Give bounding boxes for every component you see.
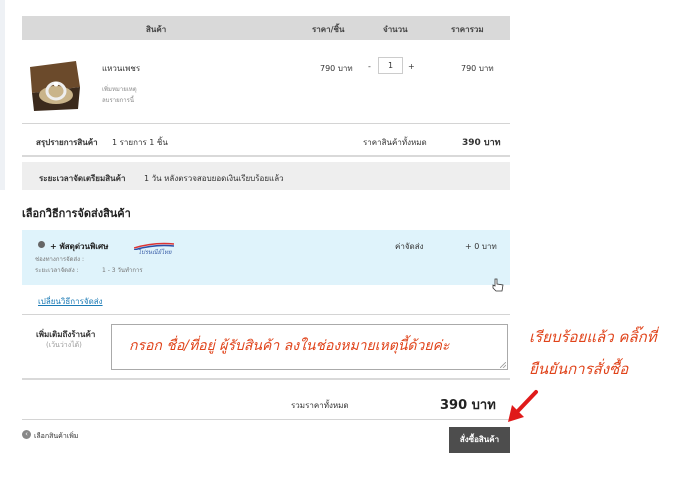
product-name: แหวนเพชร [102, 64, 141, 73]
section-divider [22, 155, 510, 157]
annotation-line-1: เรียบร้อยแล้ว คลิ๊กที่ [529, 328, 657, 346]
place-order-button[interactable]: สั่งซื้อสินค้า [449, 427, 510, 453]
unit-price: 790 บาท [320, 64, 353, 73]
col-qty-header: จำนวน [383, 25, 408, 34]
continue-shopping-link[interactable]: เลือกสินค้าเพิ่ม [34, 431, 78, 442]
col-total-header: ราคารวม [451, 25, 484, 34]
grand-total-value: 390 บาท [440, 398, 496, 413]
note-textarea[interactable]: กรอก ชื่อ/ที่อยู่ ผู้รับสินค้า ลงในช่องห… [111, 324, 508, 370]
back-arrow-icon[interactable]: ‹ [22, 430, 31, 439]
qty-increase-button[interactable]: + [408, 62, 415, 71]
col-product-header: สินค้า [146, 25, 167, 34]
red-arrow-icon [508, 390, 538, 422]
resize-grip-icon[interactable] [500, 362, 506, 368]
grand-total-label: รวมราคาทั้งหมด [291, 401, 349, 410]
annotation-line-2: ยืนยันการสั่งซื้อ [529, 360, 629, 378]
note-sublabel: (เว้นว่างได้) [46, 341, 82, 349]
thai-post-logo-swoosh [134, 242, 174, 250]
section-divider [22, 419, 510, 420]
cart-table-header: สินค้า ราคา/ชิ้น จำนวน ราคารวม [22, 16, 510, 40]
shipping-fee-value: + 0 บาท [465, 242, 497, 251]
line-total: 790 บาท [461, 64, 494, 73]
summary-all-value: 390 บาท [462, 138, 501, 148]
hand-cursor-icon [492, 278, 504, 292]
summary-count: 1 รายการ 1 ชิ้น [112, 138, 168, 147]
remove-item-link[interactable]: ลบรายการนี้ [102, 95, 134, 105]
shipping-option-panel[interactable]: + พัสดุด่วนพิเศษ ไปรษณีย์ไทย ช่องทางการจ… [22, 230, 510, 285]
shipping-duration-label: ระยะเวลาจัดส่ง : [35, 267, 79, 274]
prep-time-panel: ระยะเวลาจัดเตรียมสินค้า 1 วัน หลังตรวจสอ… [22, 162, 510, 190]
left-edge-strip [0, 0, 5, 190]
shipping-fee-label: ค่าจัดส่ง [395, 242, 424, 251]
qty-decrease-button[interactable]: - [368, 62, 371, 71]
shipping-channel-label: ช่องทางการจัดส่ง : [35, 256, 85, 263]
change-shipping-link[interactable]: เปลี่ยนวิธีการจัดส่ง [38, 295, 103, 308]
prep-time-label: ระยะเวลาจัดเตรียมสินค้า [39, 174, 126, 183]
section-divider [22, 314, 510, 315]
qty-input[interactable]: 1 [378, 57, 403, 74]
summary-all-label: ราคาสินค้าทั้งหมด [363, 138, 427, 147]
shipping-option-name: + พัสดุด่วนพิเศษ [50, 242, 109, 251]
shipping-duration: 1 - 3 วันทำการ [102, 267, 143, 274]
summary-label: สรุปรายการสินค้า [36, 138, 98, 147]
ring-box-image [26, 61, 83, 114]
row-divider [22, 123, 510, 124]
product-thumbnail[interactable] [26, 57, 83, 114]
handwritten-note: กรอก ชื่อ/ที่อยู่ ผู้รับสินค้า ลงในช่องห… [129, 338, 450, 354]
section-divider [22, 378, 510, 380]
shipping-heading: เลือกวิธีการจัดส่งสินค้า [22, 207, 131, 220]
add-note-link[interactable]: เพิ่มหมายเหตุ [102, 84, 137, 94]
shipping-radio[interactable] [38, 241, 45, 248]
prep-time-text: 1 วัน หลังตรวจสอบยอดเงินเรียบร้อยแล้ว [144, 174, 284, 183]
col-price-header: ราคา/ชิ้น [312, 25, 345, 34]
